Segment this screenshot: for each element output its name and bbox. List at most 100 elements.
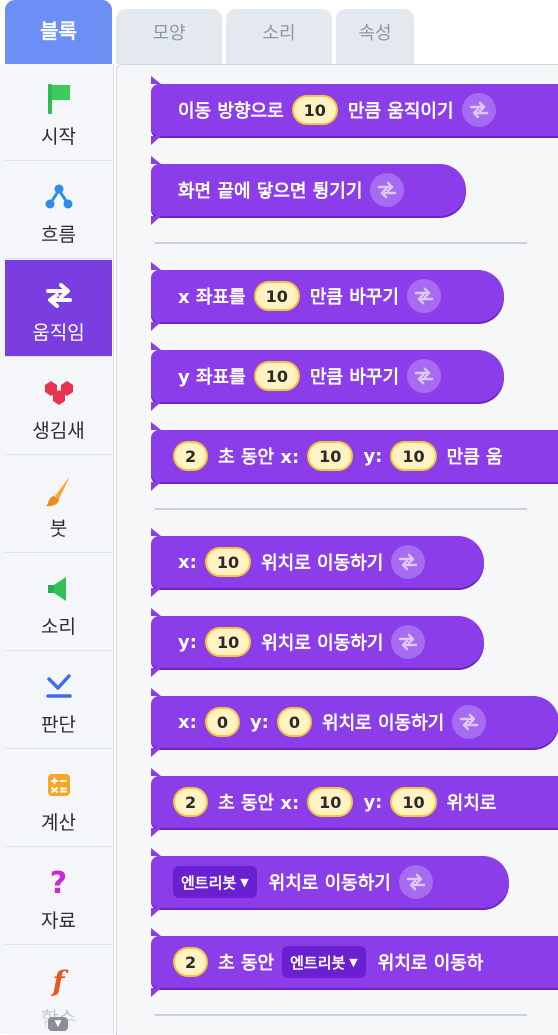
block-text: 위치로 이동하기 (268, 873, 391, 894)
number-input[interactable]: 10 (390, 441, 437, 471)
category-calc[interactable]: 계산 (5, 750, 112, 847)
number-input[interactable]: 10 (253, 281, 300, 311)
calculator-icon (5, 768, 112, 802)
block-text: y: (363, 791, 383, 813)
number-input[interactable]: 0 (276, 707, 313, 737)
category-label: 판단 (41, 714, 76, 736)
move-arrows-icon (407, 359, 442, 393)
block-goto-object-over-time[interactable]: 2 초 동안 엔트리봇 ▼ 위치로 이동하 (151, 928, 558, 997)
block-goto-x[interactable]: x: 10 위치로 이동하기 (151, 528, 484, 597)
number-input[interactable]: 10 (204, 547, 252, 577)
block-goto-xy[interactable]: x: 0 y: 0 위치로 이동하기 (151, 688, 558, 757)
dropdown-value: 엔트리봇 (290, 953, 346, 972)
block-text: 위치로 (446, 793, 497, 814)
number-input[interactable]: 10 (390, 787, 437, 817)
category-sound[interactable]: 소리 (5, 554, 112, 651)
block-text: 위치로 이동하기 (322, 713, 445, 734)
block-text: 위치로 이동하기 (261, 633, 384, 654)
category-label: 소리 (41, 616, 76, 638)
block-palette: 이동 방향으로 10 만큼 움직이기 화면 끝에 닿으면 튕기기 x 좌표를 1… (116, 64, 558, 1035)
move-arrows-icon (461, 93, 496, 127)
category-label: 시작 (41, 126, 76, 148)
move-arrows-icon (370, 173, 405, 207)
block-text: 만큼 바꾸기 (309, 287, 399, 308)
category-label: 흐름 (41, 224, 76, 246)
block-text: 위치로 이동하기 (261, 553, 384, 574)
category-start[interactable]: 시작 (5, 64, 112, 161)
separator (155, 508, 527, 510)
category-data[interactable]: ? 자료 (5, 848, 112, 945)
move-arrows-icon (5, 278, 112, 312)
number-input[interactable]: 2 (173, 787, 209, 817)
object-dropdown[interactable]: 엔트리봇 ▼ (173, 866, 257, 898)
category-judgement[interactable]: 판단 (5, 652, 112, 749)
question-icon: ? (49, 865, 68, 901)
move-arrows-icon (406, 279, 441, 313)
category-label: 움직임 (32, 322, 85, 344)
category-label: 자료 (41, 910, 76, 932)
block-text: x: (178, 551, 197, 573)
dropdown-value: 엔트리봇 (181, 873, 237, 892)
tab-sound[interactable]: 소리 (226, 9, 332, 64)
function-icon: f (52, 964, 65, 998)
flag-icon (5, 82, 112, 116)
block-text: 위치로 이동하 (377, 953, 484, 974)
block-change-x[interactable]: x 좌표를 10 만큼 바꾸기 (151, 262, 504, 331)
block-text: y: (363, 445, 383, 467)
block-text: 화면 끝에 닿으면 튕기기 (178, 181, 363, 202)
number-input[interactable]: 10 (253, 361, 300, 391)
number-input[interactable]: 10 (307, 441, 354, 471)
category-sidebar: 시작 흐름 움직임 생김새 붓 소리 판단 계산 ? 자료 f ▼ (0, 64, 114, 1034)
block-change-y[interactable]: y 좌표를 10 만큼 바꾸기 (151, 342, 504, 411)
move-arrows-icon (398, 865, 433, 899)
block-text: x: (178, 711, 197, 733)
number-input[interactable]: 10 (291, 95, 338, 125)
block-move-xy-over-time[interactable]: 2 초 동안 x: 10 y: 10 만큼 움 (151, 422, 558, 491)
tab-blocks[interactable]: 블록 (5, 0, 112, 64)
move-arrows-icon (452, 705, 487, 739)
block-text: x 좌표를 (178, 287, 246, 308)
object-dropdown[interactable]: 엔트리봇 ▼ (282, 946, 366, 978)
block-bounce-on-edge[interactable]: 화면 끝에 닿으면 튕기기 (151, 156, 466, 225)
dropdown-arrow-icon: ▼ (349, 955, 358, 969)
number-input[interactable]: 10 (307, 787, 354, 817)
block-goto-object[interactable]: 엔트리봇 ▼ 위치로 이동하기 (151, 848, 509, 917)
block-text: 이동 방향으로 (178, 101, 284, 122)
number-input[interactable]: 10 (204, 627, 252, 657)
block-text: y 좌표를 (178, 367, 246, 388)
tab-properties[interactable]: 속성 (336, 9, 414, 64)
block-text: y: (178, 631, 197, 653)
category-flow[interactable]: 흐름 (5, 162, 112, 259)
separator (155, 1014, 527, 1016)
block-text: 만큼 움 (446, 447, 503, 468)
move-arrows-icon (391, 625, 426, 659)
scroll-down-icon[interactable]: ▼ (48, 1017, 68, 1031)
flow-icon (5, 180, 112, 214)
category-label: 생김새 (32, 420, 85, 442)
brush-icon (5, 474, 112, 508)
number-input[interactable]: 2 (173, 947, 209, 977)
block-goto-xy-over-time[interactable]: 2 초 동안 x: 10 y: 10 위치로 (151, 768, 558, 837)
category-label: 붓 (49, 518, 68, 540)
number-input[interactable]: 0 (204, 707, 240, 737)
block-text: 만큼 바꾸기 (309, 367, 400, 388)
category-brush[interactable]: 붓 (5, 456, 112, 553)
block-move-forward[interactable]: 이동 방향으로 10 만큼 움직이기 (151, 76, 558, 145)
block-text: 초 동안 x: (218, 447, 300, 468)
block-text: 만큼 움직이기 (347, 101, 454, 122)
block-text: 초 동안 x: (218, 793, 300, 814)
category-looks[interactable]: 생김새 (5, 358, 112, 455)
speaker-icon (5, 572, 112, 606)
number-input[interactable]: 2 (173, 441, 209, 471)
block-goto-y[interactable]: y: 10 위치로 이동하기 (151, 608, 484, 677)
category-label: 계산 (41, 812, 76, 834)
dropdown-arrow-icon: ▼ (240, 875, 249, 889)
shapes-icon (5, 376, 112, 410)
separator (155, 242, 527, 244)
category-motion[interactable]: 움직임 (5, 260, 112, 357)
move-arrows-icon (391, 545, 426, 579)
block-text: y: (249, 711, 269, 733)
check-icon (5, 670, 112, 704)
block-text: 초 동안 (218, 953, 275, 974)
tab-shapes[interactable]: 모양 (116, 9, 222, 64)
